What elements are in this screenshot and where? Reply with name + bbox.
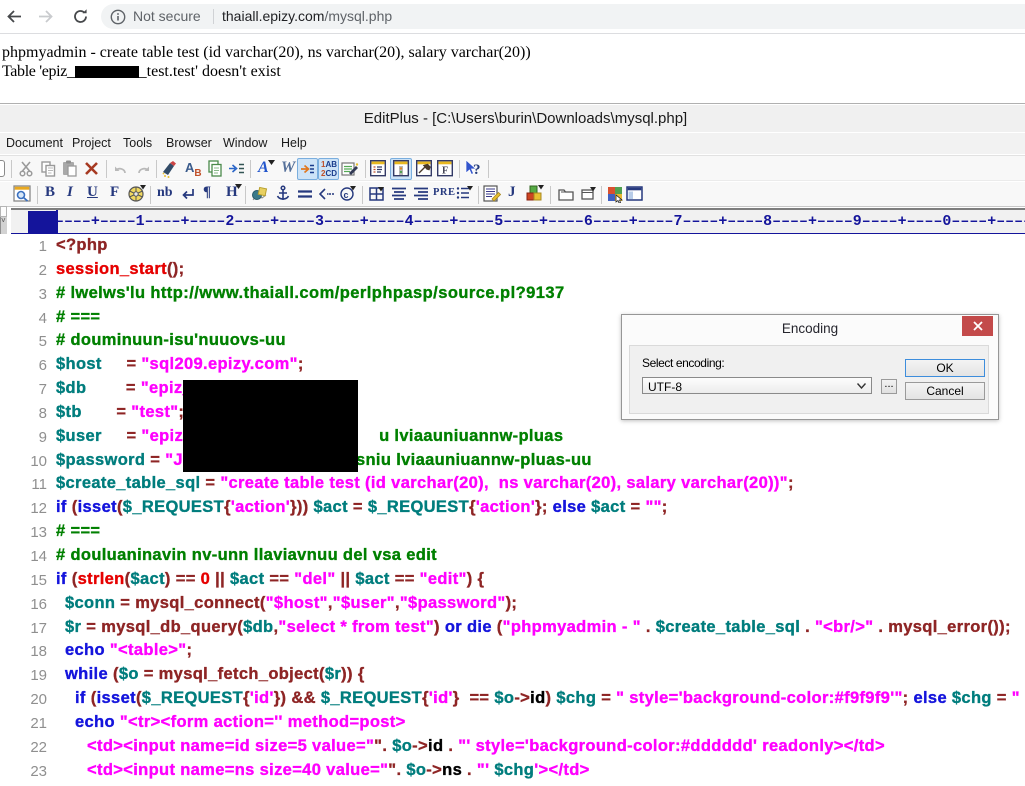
svg-text:F: F (442, 166, 448, 177)
svg-text:c: c (344, 190, 349, 200)
svg-text:?: ? (473, 162, 481, 178)
